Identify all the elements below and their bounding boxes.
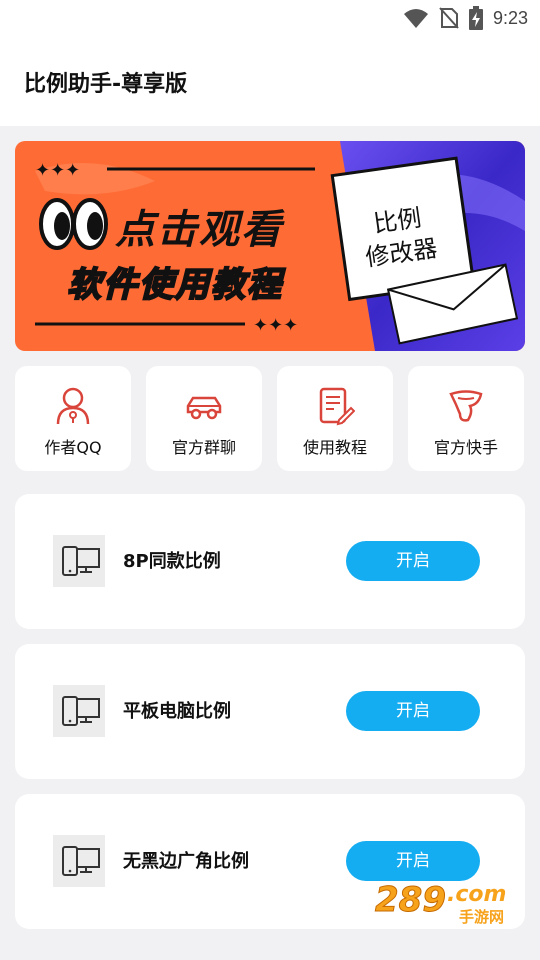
banner-headline: 点击观看 (115, 207, 283, 253)
ratio-label: 平板电脑比例 (123, 701, 231, 722)
svg-text:✦✦✦: ✦✦✦ (253, 315, 298, 336)
devices-icon (53, 535, 105, 587)
shortcut-label: 作者QQ (44, 438, 102, 457)
tutorial-banner[interactable]: ✦✦✦ ✦✦✦ 点击观看 软件使用教程 比例 修改器 (15, 141, 525, 351)
main-content: ✦✦✦ ✦✦✦ 点击观看 软件使用教程 比例 修改器 作者QQ 官方群聊 使用教… (0, 126, 540, 960)
page-title: 比例助手-尊享版 (24, 72, 188, 97)
shortcut-label: 官方快手 (433, 438, 498, 457)
watermark-sub: 手游网 (459, 908, 505, 926)
shortcut-official-group[interactable]: 官方群聊 (146, 366, 262, 471)
shortcut-row: 作者QQ 官方群聊 使用教程 官方快手 (15, 366, 525, 471)
enable-button[interactable]: 开启 (346, 841, 480, 881)
shortcut-official-kuaishou[interactable]: 官方快手 (408, 366, 524, 471)
shortcut-label: 使用教程 (302, 438, 367, 457)
status-icons: 9:23 (403, 6, 528, 30)
car-icon (186, 396, 222, 420)
status-time: 9:23 (492, 7, 528, 28)
no-sim-icon (439, 7, 459, 29)
watermark-suffix: .com (447, 882, 507, 907)
shortcut-tutorial[interactable]: 使用教程 (277, 366, 393, 471)
enable-button[interactable]: 开启 (346, 691, 480, 731)
devices-icon (53, 685, 105, 737)
ratio-card-8p: 8P同款比例 开启 (15, 494, 525, 629)
status-bar: 9:23 (0, 0, 540, 36)
ratio-label: 无黑边广角比例 (123, 851, 249, 872)
ratio-card-tablet: 平板电脑比例 开启 (15, 644, 525, 779)
app-bar: 比例助手-尊享版 (0, 36, 540, 126)
battery-charging-icon (468, 6, 483, 30)
devices-icon (53, 835, 105, 887)
shortcut-author-qq[interactable]: 作者QQ (15, 366, 131, 471)
document-icon (319, 387, 355, 426)
banner-subline: 软件使用教程 (66, 264, 283, 306)
site-watermark: 289 .com 手游网 (375, 880, 525, 930)
shortcut-label: 官方群聊 (171, 438, 236, 457)
enable-button[interactable]: 开启 (346, 541, 480, 581)
svg-text:✦✦✦: ✦✦✦ (35, 160, 80, 181)
ratio-label: 8P同款比例 (123, 551, 221, 572)
person-icon (56, 387, 90, 425)
kuaishou-icon (449, 390, 483, 422)
watermark-number: 289 (375, 880, 447, 921)
wifi-icon (403, 9, 428, 28)
